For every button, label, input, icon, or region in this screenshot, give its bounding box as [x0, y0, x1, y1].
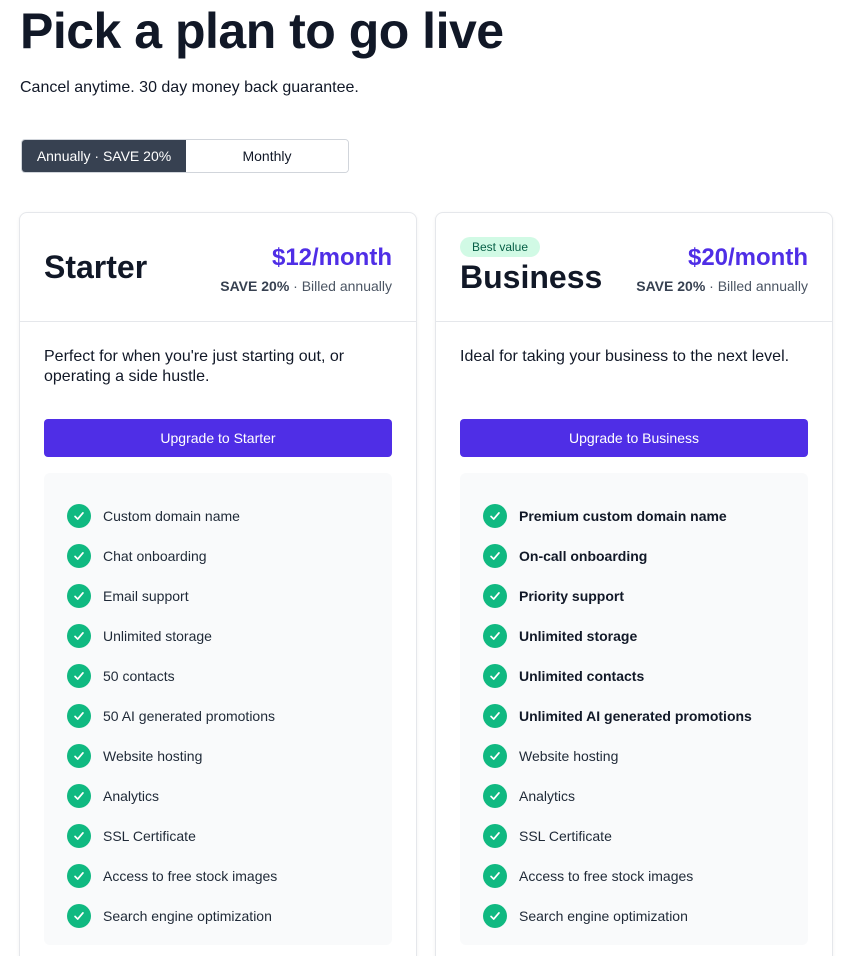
feature-label: Access to free stock images [103, 868, 278, 884]
feature-label: Unlimited contacts [519, 668, 645, 684]
feature-label: Access to free stock images [519, 868, 694, 884]
check-circle-icon [483, 784, 507, 808]
feature-item: 50 contacts [44, 656, 392, 696]
feature-item: Chat onboarding [44, 536, 392, 576]
feature-label: Website hosting [519, 748, 619, 764]
feature-list: Premium custom domain name On-call onboar… [460, 473, 808, 945]
check-circle-icon [67, 864, 91, 888]
billing-label: · Billed annually [705, 278, 808, 294]
plan-name: Business [460, 259, 603, 295]
save-label: SAVE 20% [636, 278, 706, 294]
plan-card-starter: Starter $12/month SAVE 20% · Billed annu… [19, 212, 417, 956]
check-circle-icon [483, 824, 507, 848]
feature-label: On-call onboarding [519, 548, 648, 564]
check-circle-icon [483, 504, 507, 528]
feature-item: Analytics [44, 776, 392, 816]
feature-label: Email support [103, 588, 189, 604]
billing-note: SAVE 20% · Billed annually [220, 277, 392, 295]
page-title: Pick a plan to go live [20, 3, 504, 59]
feature-label: Search engine optimization [103, 908, 272, 924]
check-circle-icon [67, 784, 91, 808]
toggle-monthly[interactable]: Monthly [186, 140, 348, 172]
feature-label: Chat onboarding [103, 548, 207, 564]
check-circle-icon [483, 584, 507, 608]
feature-item: Analytics [460, 776, 808, 816]
check-circle-icon [67, 624, 91, 648]
feature-label: Website hosting [103, 748, 203, 764]
check-circle-icon [483, 704, 507, 728]
plan-description: Ideal for taking your business to the ne… [460, 348, 790, 365]
feature-label: Search engine optimization [519, 908, 688, 924]
feature-item: Unlimited contacts [460, 656, 808, 696]
billing-period-toggle: Annually · SAVE 20% Monthly [21, 139, 349, 173]
feature-label: Unlimited storage [103, 628, 212, 644]
billing-note: SAVE 20% · Billed annually [636, 277, 808, 295]
check-circle-icon [483, 744, 507, 768]
feature-item: SSL Certificate [44, 816, 392, 856]
check-circle-icon [483, 624, 507, 648]
feature-label: Analytics [103, 788, 160, 804]
check-circle-icon [483, 544, 507, 568]
feature-item: Access to free stock images [44, 856, 392, 896]
upgrade-starter-button[interactable]: Upgrade to Starter [44, 419, 392, 457]
feature-item: SSL Certificate [460, 816, 808, 856]
check-circle-icon [67, 704, 91, 728]
plan-card-header: Starter $12/month SAVE 20% · Billed annu… [20, 213, 416, 322]
feature-label: Premium custom domain name [519, 508, 727, 524]
check-circle-icon [483, 864, 507, 888]
feature-item: Custom domain name [44, 496, 392, 536]
feature-item: Unlimited AI generated promotions [460, 696, 808, 736]
check-circle-icon [67, 504, 91, 528]
best-value-badge: Best value [460, 237, 541, 257]
feature-label: Unlimited storage [519, 628, 638, 644]
check-circle-icon [67, 904, 91, 928]
feature-item: Email support [44, 576, 392, 616]
plan-name: Starter [44, 249, 148, 285]
check-circle-icon [67, 544, 91, 568]
check-circle-icon [67, 584, 91, 608]
feature-item: Unlimited storage [460, 616, 808, 656]
plan-card-header: Best value Business $20/month SAVE 20% ·… [436, 213, 832, 322]
plan-card-business: Best value Business $20/month SAVE 20% ·… [435, 212, 833, 956]
plan-description: Perfect for when you're just starting ou… [44, 348, 345, 385]
feature-item: Priority support [460, 576, 808, 616]
feature-item: On-call onboarding [460, 536, 808, 576]
feature-list: Custom domain name Chat onboarding Email s… [44, 473, 392, 945]
feature-item: Premium custom domain name [460, 496, 808, 536]
feature-label: SSL Certificate [519, 828, 612, 844]
plan-price: $12/month [271, 244, 392, 271]
feature-item: Search engine optimization [460, 896, 808, 936]
feature-label: Analytics [519, 788, 576, 804]
feature-label: Custom domain name [103, 508, 240, 524]
feature-item: Search engine optimization [44, 896, 392, 936]
check-circle-icon [67, 664, 91, 688]
feature-item: 50 AI generated promotions [44, 696, 392, 736]
upgrade-business-button[interactable]: Upgrade to Business [460, 419, 808, 457]
feature-label: SSL Certificate [103, 828, 196, 844]
feature-label: Unlimited AI generated promotions [519, 708, 752, 724]
feature-item: Unlimited storage [44, 616, 392, 656]
page-subtitle: Cancel anytime. 30 day money back guaran… [20, 79, 359, 96]
feature-label: 50 contacts [103, 668, 175, 684]
feature-label: 50 AI generated promotions [103, 708, 276, 724]
toggle-annually[interactable]: Annually · SAVE 20% [22, 140, 186, 172]
feature-item: Website hosting [460, 736, 808, 776]
feature-label: Priority support [519, 588, 625, 604]
feature-item: Website hosting [44, 736, 392, 776]
save-label: SAVE 20% [220, 278, 290, 294]
check-circle-icon [67, 744, 91, 768]
plan-price: $20/month [687, 244, 808, 271]
check-circle-icon [483, 664, 507, 688]
billing-label: · Billed annually [289, 278, 392, 294]
feature-item: Access to free stock images [460, 856, 808, 896]
check-circle-icon [483, 904, 507, 928]
check-circle-icon [67, 824, 91, 848]
